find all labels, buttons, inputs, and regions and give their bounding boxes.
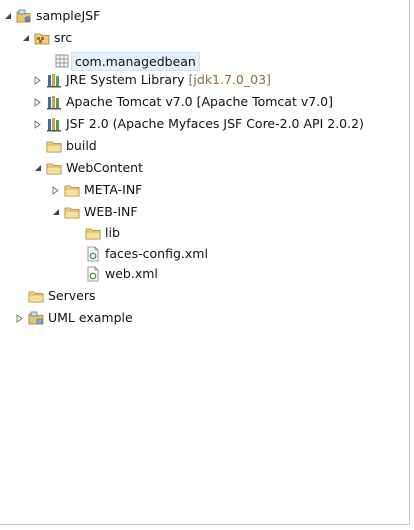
- tree-label: src: [54, 30, 73, 45]
- project-jsf-icon: [16, 8, 32, 24]
- tree-label: Apache Tomcat v7.0 [Apache Tomcat v7.0]: [66, 94, 333, 109]
- tree-node-jsf[interactable]: JSF 2.0 (Apache Myfaces JSF Core-2.0 API…: [32, 114, 364, 134]
- folder-icon: [64, 204, 80, 220]
- expanded-arrow-icon[interactable]: [2, 6, 14, 26]
- tree-label: WebContent: [66, 160, 143, 175]
- tree-node-webcontent[interactable]: WebContent: [32, 158, 143, 178]
- tree-label: JRE System Library [jdk1.7.0_03]: [66, 70, 271, 90]
- collapsed-arrow-icon[interactable]: [14, 308, 26, 328]
- tree-node-build[interactable]: build: [44, 136, 97, 156]
- expanded-arrow-icon[interactable]: [20, 28, 32, 48]
- folder-icon: [46, 138, 62, 154]
- tree-node-web-inf[interactable]: WEB-INF: [50, 202, 138, 222]
- tree-node-tomcat[interactable]: Apache Tomcat v7.0 [Apache Tomcat v7.0]: [32, 92, 333, 112]
- jre-library-name: JRE System Library: [66, 72, 185, 87]
- folder-icon: [28, 288, 44, 304]
- source-folder-icon: [34, 30, 50, 46]
- jre-version-decoration: [jdk1.7.0_03]: [188, 72, 271, 87]
- collapsed-arrow-icon[interactable]: [32, 92, 44, 112]
- collapsed-arrow-icon[interactable]: [32, 70, 44, 90]
- package-icon: [54, 53, 70, 69]
- tree-node-web-xml[interactable]: web.xml: [83, 264, 158, 284]
- tree-label: META-INF: [84, 182, 143, 197]
- tree-label: sampleJSF: [36, 8, 101, 23]
- tree-node-jre[interactable]: JRE System Library [jdk1.7.0_03]: [32, 70, 271, 90]
- tree-label: faces-config.xml: [105, 246, 208, 261]
- collapsed-arrow-icon[interactable]: [50, 180, 62, 200]
- tree-node-faces-config[interactable]: faces-config.xml: [83, 244, 208, 264]
- folder-icon: [46, 160, 62, 176]
- folder-icon: [85, 225, 101, 241]
- tree-label-selected: com.managedbean: [71, 51, 200, 71]
- tree-label: build: [66, 138, 97, 153]
- tree-node-src[interactable]: src: [20, 28, 72, 48]
- tree-node-lib[interactable]: lib: [83, 223, 120, 243]
- tree-label: Servers: [48, 288, 96, 303]
- tree-node-uml-example[interactable]: UML example: [14, 308, 133, 328]
- tree-label: lib: [105, 225, 120, 240]
- xml-file-icon: [85, 266, 101, 282]
- uml-project-icon: [28, 310, 44, 326]
- collapsed-arrow-icon[interactable]: [32, 114, 44, 134]
- expanded-arrow-icon[interactable]: [50, 202, 62, 222]
- tree-label: UML example: [48, 310, 133, 325]
- tree-label: WEB-INF: [84, 204, 138, 219]
- tree-label: JSF 2.0 (Apache Myfaces JSF Core-2.0 API…: [66, 116, 364, 131]
- tree-node-samplejsf[interactable]: sampleJSF: [2, 6, 100, 26]
- tree-node-meta-inf[interactable]: META-INF: [50, 180, 142, 200]
- tree-node-package[interactable]: com.managedbean: [52, 51, 200, 71]
- library-icon: [46, 116, 62, 132]
- library-icon: [46, 72, 62, 88]
- folder-icon: [64, 182, 80, 198]
- tree-node-servers[interactable]: Servers: [26, 286, 96, 306]
- expanded-arrow-icon[interactable]: [32, 158, 44, 178]
- library-icon: [46, 94, 62, 110]
- xml-file-icon: [85, 246, 101, 262]
- tree-label: web.xml: [105, 266, 158, 281]
